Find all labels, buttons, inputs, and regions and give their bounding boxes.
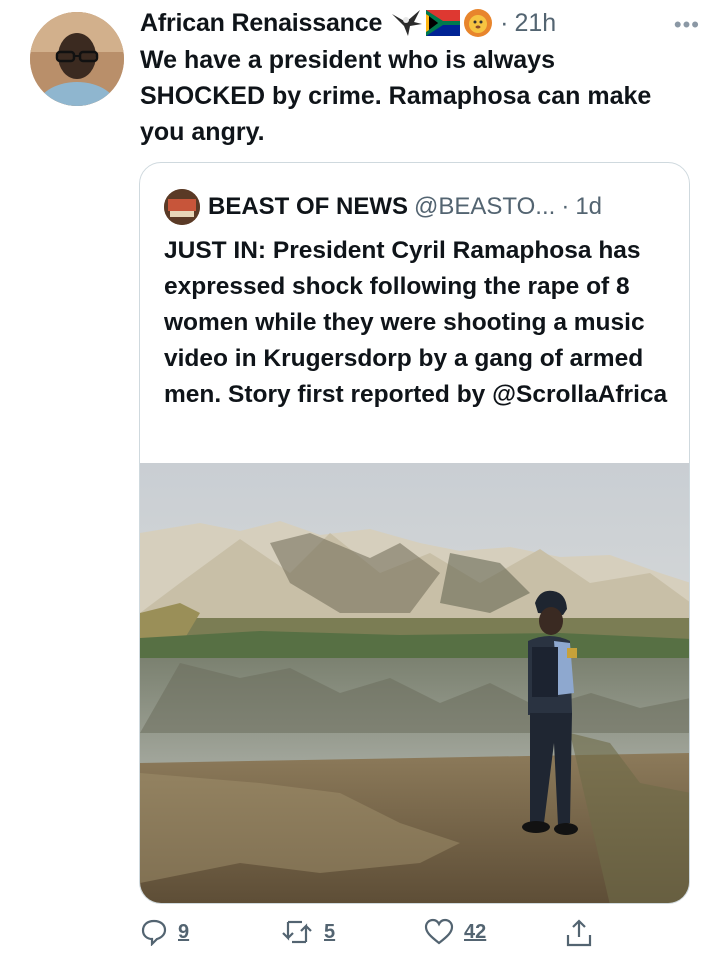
tweet-actions: 9 5 42 (140, 918, 600, 958)
south-africa-flag-icon (426, 10, 461, 36)
heart-icon (424, 918, 454, 945)
quoted-author-avatar (164, 189, 200, 225)
tweet-timestamp[interactable]: · 21h (500, 9, 556, 38)
reply-icon (141, 919, 167, 946)
author-name[interactable]: African Renaissance (140, 9, 382, 38)
tweet-header: African Renaissance · 21h ••• (140, 8, 700, 38)
quoted-author-name: BEAST OF NEWS (208, 193, 409, 220)
retweet-count: 5 (324, 920, 336, 943)
share-icon (566, 919, 592, 947)
quoted-separator: · (561, 193, 570, 220)
quoted-tweet[interactable]: BEAST OF NEWS @BEASTO... · 1d JUST IN: P… (139, 162, 690, 904)
author-avatar[interactable] (30, 12, 124, 106)
eagle-emoji-icon (392, 10, 423, 36)
quoted-tweet-photo[interactable] (140, 463, 689, 903)
like-count: 42 (464, 920, 487, 943)
name-emojis (390, 8, 494, 38)
quoted-author-handle: @BEASTO... (414, 193, 556, 220)
tweet-text: We have a president who is always SHOCKE… (140, 46, 652, 146)
retweet-button[interactable]: 5 (280, 918, 335, 946)
quoted-tweet-header: BEAST OF NEWS @BEASTO... · 1d (164, 189, 602, 225)
share-button[interactable] (564, 918, 594, 948)
quoted-timestamp: 1d (575, 193, 603, 220)
retweet-icon (282, 920, 312, 944)
more-horizontal-icon[interactable]: ••• (674, 12, 700, 38)
lion-emoji-icon (464, 9, 493, 37)
like-button[interactable]: 42 (424, 918, 486, 946)
reply-count: 9 (178, 920, 190, 943)
reply-button[interactable]: 9 (140, 918, 189, 946)
quoted-tweet-text: JUST IN: President Cyril Ramaphosa has e… (164, 237, 668, 408)
